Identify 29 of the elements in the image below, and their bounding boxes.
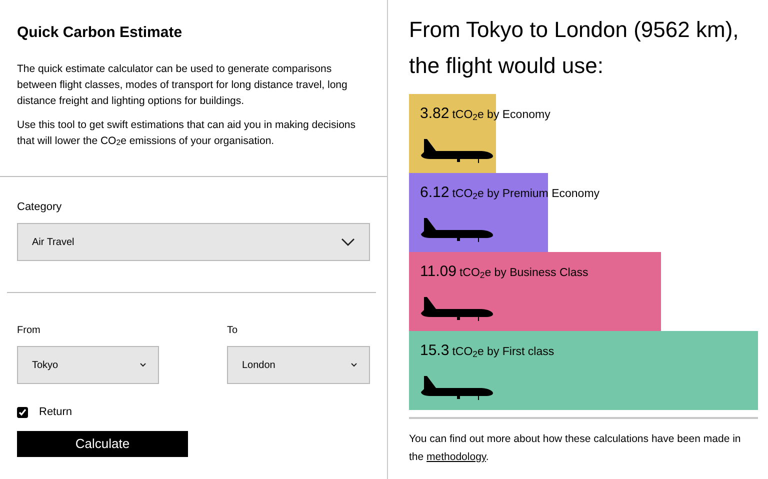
methodology-link[interactable]: methodology (426, 451, 486, 463)
from-dropdown[interactable]: Tokyo (17, 346, 159, 384)
airplane-icon (420, 218, 494, 242)
intro-paragraph: The quick estimate calculator can be used to generate comparisons between flight classes, modes of transport for long distance travel, long distance freight and lighting options for buildings. (17, 62, 348, 108)
emission-label: tCO$_{2}$e by First class (452, 345, 554, 362)
category-dropdown[interactable]: Air Travel (17, 223, 370, 261)
checkbox-label: Return (39, 405, 72, 420)
emission-value: 11.09 (420, 262, 456, 282)
to-dropdown[interactable]: London (227, 346, 370, 384)
calculate-button[interactable]: Calculate (17, 430, 188, 456)
airplane-icon (420, 139, 494, 163)
chevron-down-icon (341, 238, 355, 246)
field-label: To (227, 324, 239, 338)
emission-value: 6.12 (420, 183, 450, 203)
result-heading: From Tokyo to London (9562 km), the flight would use: (409, 16, 740, 80)
intro-paragraph: Use this tool to get swift estimations that can aid you in making decisions that will lower the CO$_{2}$e emissions of your organisation. (17, 118, 357, 148)
emission-label: tCO$_{2}$e by Business Class (459, 266, 588, 282)
methodology-note: You can find out more about how these calculations have been made in the methodology. (409, 432, 742, 465)
emission-label: tCO$_{2}$e by Premium Economy (452, 187, 600, 204)
field-label: From (17, 324, 42, 338)
return-checkbox[interactable] (17, 406, 28, 418)
airplane-icon (420, 376, 494, 400)
emission-value: 3.82 (420, 104, 450, 124)
panel-title: Quick Carbon Estimate (17, 23, 184, 43)
emission-value: 15.3 (420, 341, 450, 361)
airplane-icon (420, 297, 494, 321)
chevron-down-icon (351, 363, 357, 367)
field-label: Category (17, 200, 63, 214)
chevron-down-icon (140, 363, 146, 367)
